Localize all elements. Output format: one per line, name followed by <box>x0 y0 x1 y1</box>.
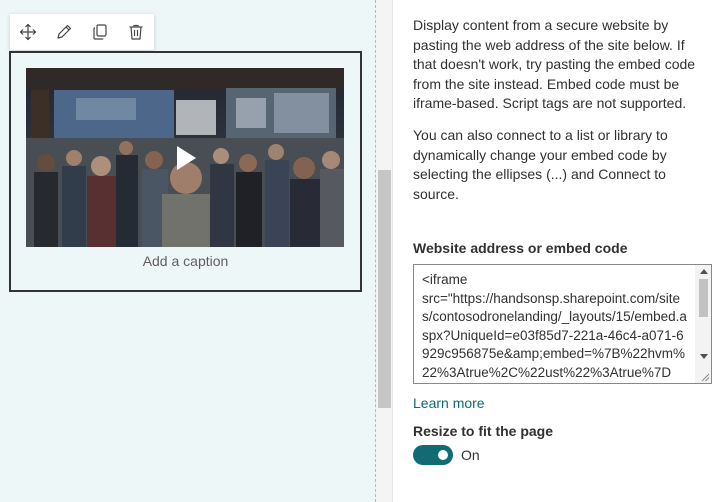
toggle-state-text: On <box>461 447 480 463</box>
edit-icon <box>57 24 72 39</box>
embed-code-field[interactable]: <iframe src="https://handsonsp.sharepoin… <box>413 264 712 384</box>
delete-icon <box>129 24 143 40</box>
scroll-down-icon[interactable] <box>700 354 708 359</box>
canvas-scrollbar-thumb[interactable] <box>378 170 391 408</box>
embed-webpart[interactable]: Add a caption <box>9 51 362 292</box>
delete-button[interactable] <box>122 18 150 46</box>
move-icon <box>19 23 37 41</box>
embed-description: Display content from a secure website by… <box>413 17 696 111</box>
resize-toggle[interactable] <box>413 445 453 465</box>
resize-toggle-label: Resize to fit the page <box>413 423 554 439</box>
caption-input[interactable]: Add a caption <box>11 253 360 269</box>
duplicate-button[interactable] <box>86 18 114 46</box>
webpart-toolbar <box>10 14 154 50</box>
duplicate-icon <box>93 24 107 40</box>
embed-code-scrollbar[interactable] <box>695 265 711 383</box>
scroll-up-icon[interactable] <box>700 269 708 274</box>
resize-grip-icon[interactable] <box>700 372 710 382</box>
connect-description: You can also connect to a list or librar… <box>413 127 668 202</box>
edit-button[interactable] <box>50 18 78 46</box>
toggle-knob <box>438 450 448 460</box>
move-button[interactable] <box>14 18 42 46</box>
video-thumbnail[interactable] <box>26 68 344 247</box>
embed-code-scrollbar-thumb[interactable] <box>699 279 708 317</box>
play-icon[interactable] <box>170 143 200 173</box>
embed-code-value[interactable]: <iframe src="https://handsonsp.sharepoin… <box>422 271 690 383</box>
embed-code-label: Website address or embed code <box>413 240 628 256</box>
learn-more-link[interactable]: Learn more <box>413 395 485 411</box>
property-pane: Display content from a secure website by… <box>393 0 725 502</box>
